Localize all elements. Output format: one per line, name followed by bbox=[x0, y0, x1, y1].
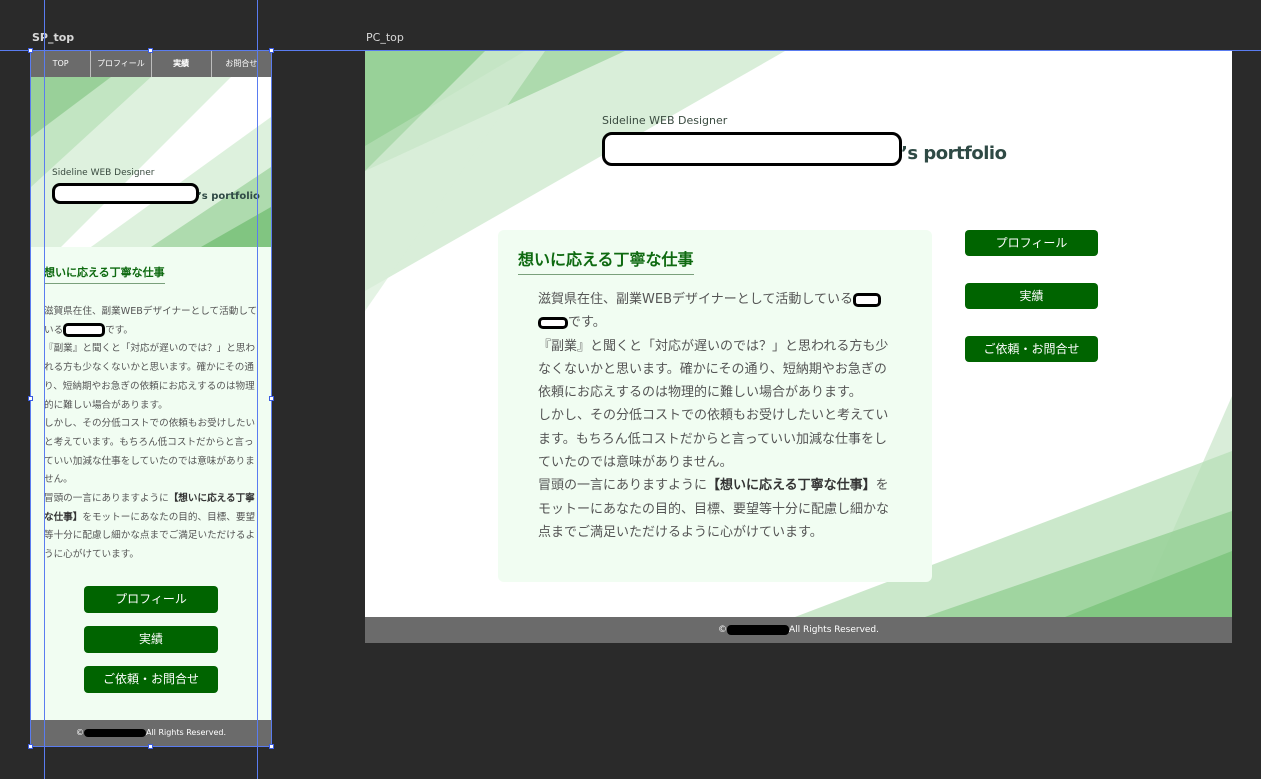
sp-footer-copyright: © bbox=[75, 728, 84, 737]
resize-handle-tc[interactable] bbox=[148, 48, 153, 53]
vertical-guide-left[interactable] bbox=[44, 0, 45, 779]
sp-nav-works[interactable]: 実績 bbox=[152, 51, 212, 77]
sp-body-p1-end: です。 bbox=[105, 324, 134, 336]
sp-body-p2: 『副業』と聞くと「対応が遅いのでは？」と思われる方も少なくないかと思います。確か… bbox=[44, 343, 256, 411]
resize-handle-tr[interactable] bbox=[269, 48, 274, 53]
sp-profile-button[interactable]: プロフィール bbox=[84, 586, 218, 613]
sp-inline-redaction bbox=[63, 322, 106, 337]
resize-handle-tl[interactable] bbox=[28, 48, 33, 53]
resize-handle-bc[interactable] bbox=[148, 744, 153, 749]
sp-hero: Sideline WEB Designer ’s portfolio bbox=[31, 77, 271, 247]
pc-works-button[interactable]: 実績 bbox=[965, 283, 1098, 309]
horizontal-guide[interactable] bbox=[0, 50, 1261, 51]
pc-intro-card: 想いに応える丁寧な仕事 滋賀県在住、副業WEBデザイナーとして活動しているです。… bbox=[498, 230, 932, 582]
artboard-label-sp[interactable]: SP_top bbox=[32, 31, 74, 44]
sp-nav-top[interactable]: TOP bbox=[31, 51, 92, 77]
sp-body-p3: しかし、その分低コストでの依頼もお受けしたいと考えています。もちろん低コストだか… bbox=[44, 418, 256, 486]
sp-global-nav: TOP プロフィール 実績 お問合せ bbox=[31, 51, 271, 77]
sp-portfolio-title: ’s portfolio bbox=[198, 191, 260, 202]
sp-footer-rights: All Rights Reserved. bbox=[145, 728, 226, 737]
sp-nav-profile[interactable]: プロフィール bbox=[91, 51, 152, 77]
sp-contact-button[interactable]: ご依頼・お問合せ bbox=[84, 666, 218, 693]
sp-tagline: Sideline WEB Designer bbox=[52, 168, 155, 178]
pc-body-p4-start: 冒頭の一言にありますように bbox=[538, 478, 708, 494]
pc-body-p2: 『副業』と聞くと「対応が遅いのでは？」と思われる方も少なくないかと思います。確か… bbox=[538, 338, 889, 401]
sp-works-button[interactable]: 実績 bbox=[84, 626, 218, 653]
pc-footer-copyright: © bbox=[717, 625, 727, 635]
pc-body-p1: 滋賀県在住、副業WEBデザイナーとして活動している bbox=[538, 292, 853, 307]
pc-tagline: Sideline WEB Designer bbox=[602, 114, 728, 127]
sp-footer-redaction bbox=[83, 728, 146, 737]
pc-footer-rights: All Rights Reserved. bbox=[788, 625, 880, 635]
vertical-guide-right[interactable] bbox=[257, 0, 258, 779]
sp-nav-contact[interactable]: お問合せ bbox=[212, 51, 271, 77]
resize-handle-mr[interactable] bbox=[269, 396, 274, 401]
sp-body-p4-start: 冒頭の一言にありますように bbox=[44, 493, 169, 505]
sp-artboard[interactable]: TOP プロフィール 実績 お問合せ Sideline WEB Designer… bbox=[31, 51, 271, 746]
sp-intro-text: 滋賀県在住、副業WEBデザイナーとして活動している です。 『副業』と聞くと「対応… bbox=[44, 303, 261, 565]
pc-inline-redaction-2 bbox=[538, 316, 568, 329]
sp-section-heading: 想いに応える丁寧な仕事 bbox=[44, 264, 165, 284]
sp-hero-decoration bbox=[31, 77, 271, 247]
pc-profile-button[interactable]: プロフィール bbox=[965, 230, 1098, 256]
pc-body-p1-end: です。 bbox=[568, 315, 606, 331]
pc-body-p3: しかし、その分低コストでの依頼もお受けしたいと考えています。もちろん低コストだか… bbox=[538, 408, 889, 471]
pc-section-heading: 想いに応える丁寧な仕事 bbox=[518, 246, 694, 275]
pc-artboard[interactable]: Sideline WEB Designer ’s portfolio 想いに応え… bbox=[365, 51, 1232, 643]
sp-name-redaction bbox=[52, 183, 199, 204]
pc-inline-redaction-1 bbox=[852, 292, 881, 307]
pc-footer: © All Rights Reserved. bbox=[365, 617, 1232, 643]
pc-intro-text: 滋賀県在住、副業WEBデザイナーとして活動しているです。 『副業』と聞くと「対応… bbox=[538, 288, 890, 544]
pc-footer-redaction bbox=[726, 624, 789, 635]
sp-footer: © All Rights Reserved. bbox=[31, 720, 271, 746]
pc-contact-button[interactable]: ご依頼・お問合せ bbox=[965, 336, 1098, 362]
pc-portfolio-title: ’s portfolio bbox=[901, 143, 1007, 164]
pc-body-p4-bold: 【想いに応える丁寧な仕事】 bbox=[707, 478, 876, 494]
resize-handle-ml[interactable] bbox=[28, 396, 33, 401]
pc-name-redaction bbox=[602, 132, 902, 166]
resize-handle-br[interactable] bbox=[269, 744, 274, 749]
artboard-label-pc[interactable]: PC_top bbox=[366, 31, 404, 44]
resize-handle-bl[interactable] bbox=[28, 744, 33, 749]
